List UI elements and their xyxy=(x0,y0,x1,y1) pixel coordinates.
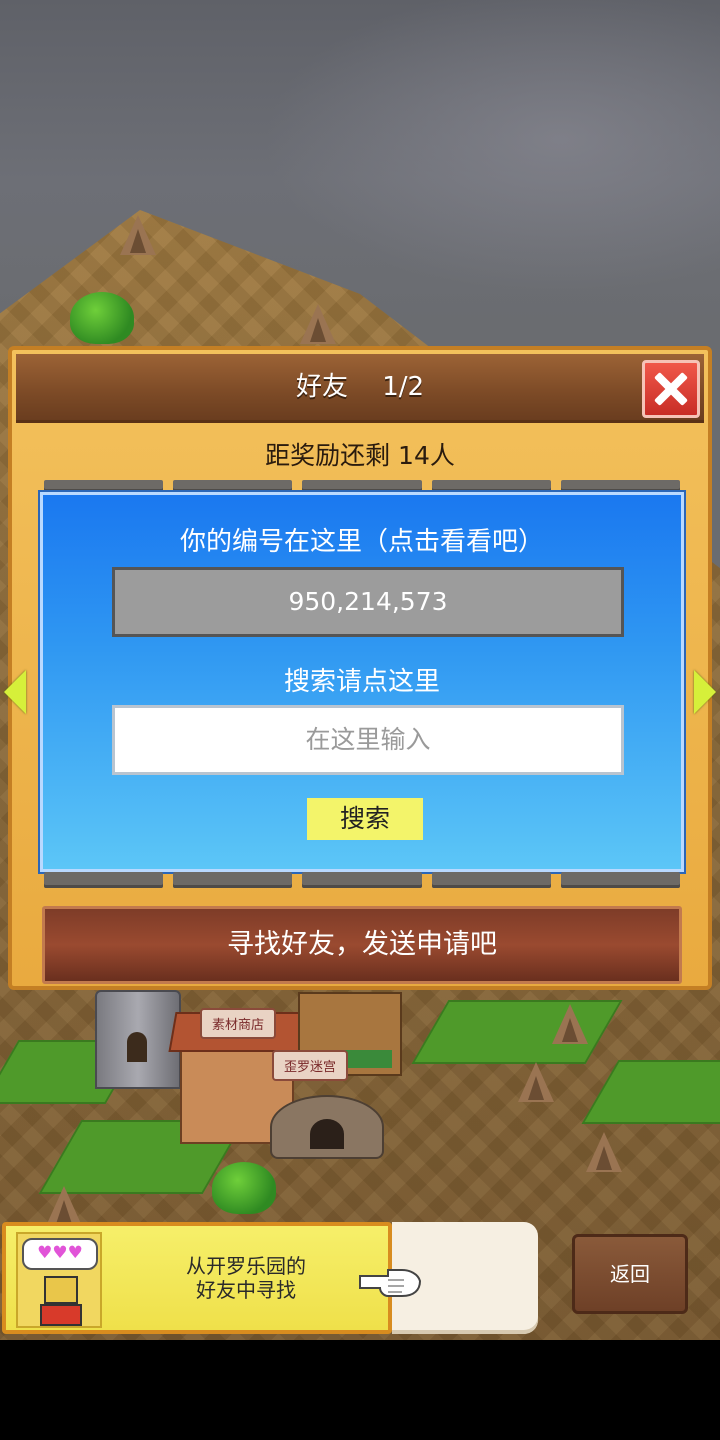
pointing-hand-icon xyxy=(359,1269,422,1297)
find-friends-button[interactable]: 寻找好友，发送申请吧 xyxy=(42,906,682,984)
rock xyxy=(518,1062,554,1102)
rock xyxy=(300,304,336,344)
search-button[interactable]: 搜索 xyxy=(307,798,423,840)
dialog-title-bar: 好友 1/2 xyxy=(16,354,704,423)
maze-sign[interactable]: 歪罗迷宫 xyxy=(272,1050,349,1081)
rock xyxy=(120,215,156,255)
cairo-text-line-2: 好友中寻找 xyxy=(196,1278,296,1302)
friend-id-panel: 你的编号在这里（点击看看吧） 950,214,573 搜索请点这里 在这里输入 … xyxy=(40,492,684,872)
panel-rail-top xyxy=(40,480,684,492)
friends-dialog: 好友 1/2 距奖励还剩 14人 你的编号在这里（点击看看吧） 950,214,… xyxy=(4,346,716,990)
reward-remaining-text: 距奖励还剩 14人 xyxy=(265,441,455,470)
id-label: 你的编号在这里（点击看看吧） xyxy=(179,527,544,557)
dialog-title: 好友 1/2 xyxy=(295,372,425,402)
palm-bush xyxy=(70,292,134,344)
arrow-left-icon[interactable] xyxy=(4,670,26,714)
grass-tile xyxy=(411,1000,623,1064)
cairo-text-line-1: 从开罗乐园的 xyxy=(186,1254,306,1278)
cairo-park-friends-button[interactable]: ♥♥♥ 从开罗乐园的 好友中寻找 xyxy=(2,1222,392,1334)
kairobot-icon xyxy=(40,1276,82,1326)
stone-tower-building[interactable] xyxy=(95,990,181,1089)
kairobot-avatar: ♥♥♥ xyxy=(16,1232,102,1328)
close-button[interactable] xyxy=(642,360,700,418)
search-input[interactable]: 在这里输入 xyxy=(112,705,624,775)
material-shop-sign[interactable]: 素材商店 xyxy=(200,1008,277,1039)
hearts-bubble: ♥♥♥ xyxy=(22,1238,98,1270)
tree xyxy=(212,1162,276,1214)
player-id-field[interactable]: 950,214,573 xyxy=(112,567,624,637)
rock xyxy=(552,1004,588,1044)
rock xyxy=(586,1132,622,1172)
cairo-friends-text: 从开罗乐园的 好友中寻找 xyxy=(106,1254,386,1302)
search-label: 搜索请点这里 xyxy=(283,667,440,697)
arrow-right-icon[interactable] xyxy=(694,670,716,714)
rock xyxy=(46,1186,82,1226)
panel-rail-bottom xyxy=(40,872,684,888)
tower-door xyxy=(127,1032,147,1062)
back-button[interactable]: 返回 xyxy=(572,1234,688,1314)
maze-cave-building[interactable] xyxy=(270,1095,384,1159)
